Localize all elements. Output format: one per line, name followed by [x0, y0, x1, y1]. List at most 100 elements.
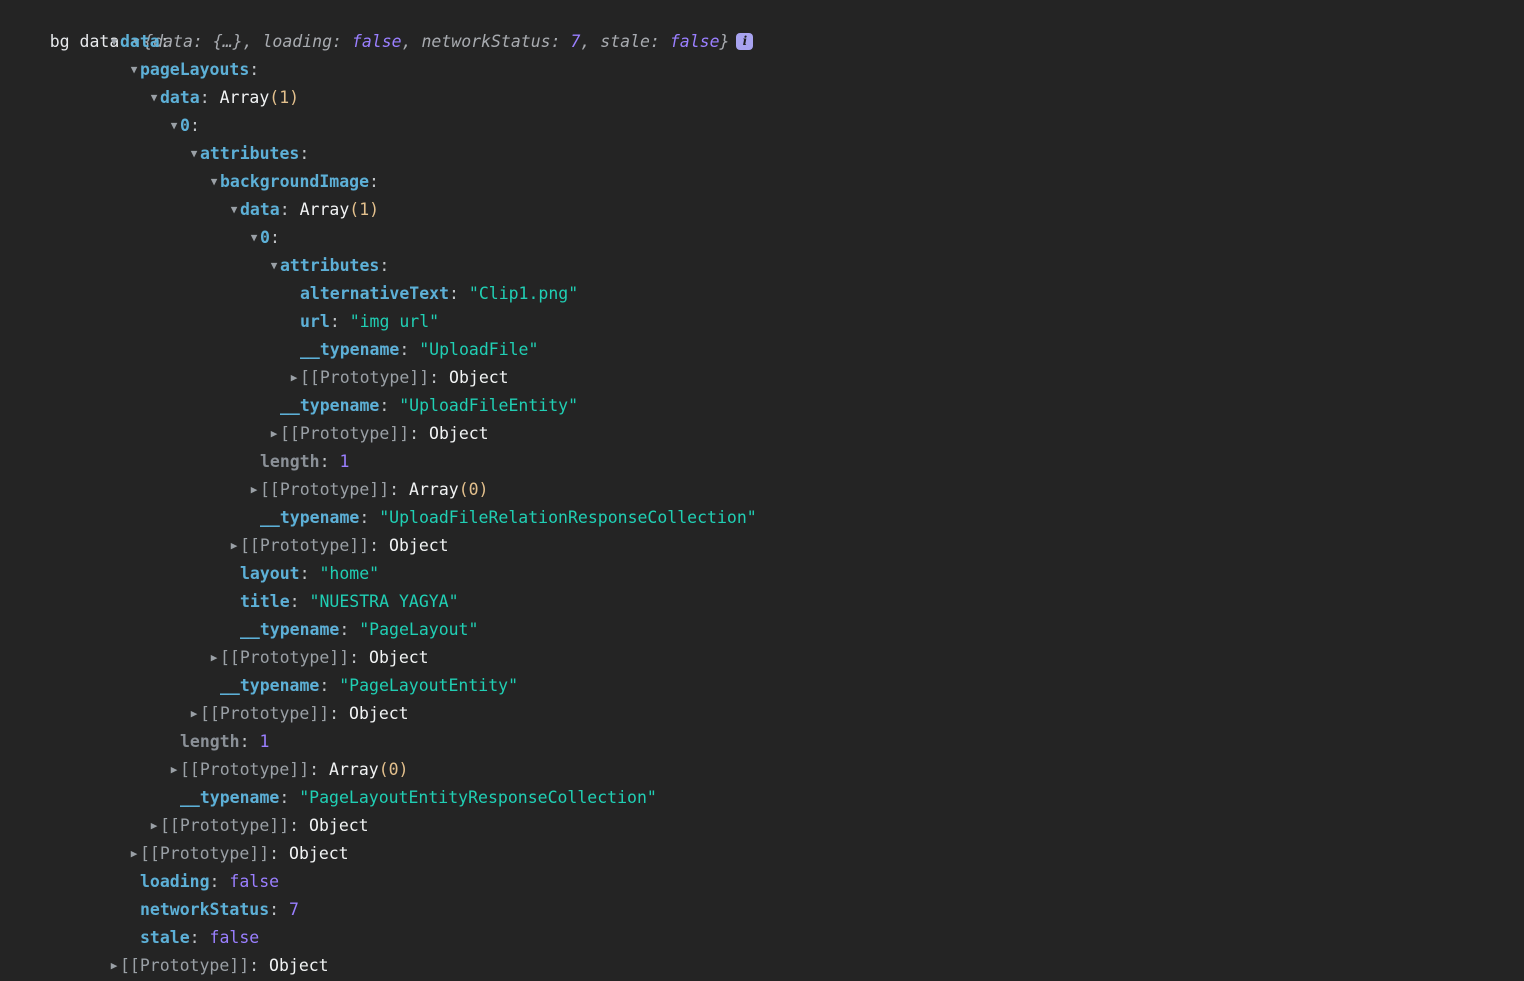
property-key: 0: [260, 228, 270, 247]
property-key: [[Prototype]]: [220, 648, 350, 667]
tree-row[interactable]: [[Prototype]]: Object: [0, 700, 1524, 728]
triangle-right-icon[interactable]: [188, 700, 200, 728]
tree-row[interactable]: length: 1: [0, 448, 1524, 476]
property-key: data: [240, 200, 280, 219]
tree-row[interactable]: [[Prototype]]: Object: [0, 532, 1524, 560]
tree-row[interactable]: __typename: "UploadFileEntity": [0, 392, 1524, 420]
property-value: Array(1): [299, 200, 380, 219]
triangle-down-icon[interactable]: [108, 28, 120, 56]
property-key: [[Prototype]]: [240, 536, 370, 555]
tree-row[interactable]: backgroundImage:: [0, 168, 1524, 196]
property-value: "img url": [349, 312, 440, 331]
tree-row[interactable]: 0:: [0, 112, 1524, 140]
key-value-separator: :: [379, 256, 390, 275]
key-value-separator: :: [269, 900, 280, 919]
key-value-separator: :: [299, 144, 310, 163]
triangle-right-icon[interactable]: [148, 812, 160, 840]
tree-row[interactable]: data:: [0, 28, 1524, 56]
property-value: Object: [289, 844, 349, 863]
triangle-down-icon[interactable]: [148, 84, 160, 112]
tree-row[interactable]: layout: "home": [0, 560, 1524, 588]
tree-row[interactable]: [[Prototype]]: Object: [0, 812, 1524, 840]
property-value: "UploadFile": [419, 340, 539, 359]
key-value-separator: :: [319, 452, 330, 471]
property-key: alternativeText: [300, 284, 450, 303]
tree-row[interactable]: length: 1: [0, 728, 1524, 756]
tree-row[interactable]: 0:: [0, 224, 1524, 252]
property-key: url: [300, 312, 330, 331]
tree-row[interactable]: [[Prototype]]: Object: [0, 644, 1524, 672]
property-value: "UploadFileEntity": [399, 396, 579, 415]
key-value-separator: :: [329, 312, 340, 331]
tree-row[interactable]: loading: false: [0, 868, 1524, 896]
property-key: backgroundImage: [220, 172, 370, 191]
property-value: "PageLayout": [359, 620, 479, 639]
key-value-separator: :: [199, 88, 210, 107]
triangle-down-icon[interactable]: [268, 252, 280, 280]
property-value: Object: [449, 368, 509, 387]
property-value: Object: [269, 956, 329, 975]
tree-row[interactable]: pageLayouts:: [0, 56, 1524, 84]
tree-row[interactable]: __typename: "PageLayout": [0, 616, 1524, 644]
tree-row[interactable]: alternativeText: "Clip1.png": [0, 280, 1524, 308]
property-key: attributes: [200, 144, 300, 163]
triangle-down-icon[interactable]: [228, 196, 240, 224]
tree-row[interactable]: networkStatus: 7: [0, 896, 1524, 924]
triangle-right-icon[interactable]: [248, 476, 260, 504]
triangle-right-icon[interactable]: [228, 532, 240, 560]
key-value-separator: :: [249, 956, 260, 975]
tree-row[interactable]: title: "NUESTRA YAGYA": [0, 588, 1524, 616]
triangle-right-icon[interactable]: [108, 952, 120, 980]
tree-row[interactable]: [[Prototype]]: Array(0): [0, 756, 1524, 784]
key-value-separator: :: [269, 228, 280, 247]
tree-row[interactable]: __typename: "UploadFile": [0, 336, 1524, 364]
property-key: __typename: [280, 396, 380, 415]
console-log-entry-header[interactable]: bg data {data: {…}, loading: false, netw…: [0, 0, 1524, 51]
tree-row[interactable]: stale: false: [0, 924, 1524, 952]
tree-row[interactable]: __typename: "PageLayoutEntity": [0, 672, 1524, 700]
property-key: [[Prototype]]: [140, 844, 270, 863]
tree-row[interactable]: [[Prototype]]: Object: [0, 952, 1524, 980]
tree-row[interactable]: data: Array(1): [0, 84, 1524, 112]
triangle-right-icon[interactable]: [168, 756, 180, 784]
triangle-down-icon[interactable]: [248, 224, 260, 252]
tree-row[interactable]: __typename: "UploadFileRelationResponseC…: [0, 504, 1524, 532]
triangle-right-icon[interactable]: [268, 420, 280, 448]
property-key: stale: [140, 928, 190, 947]
property-value: false: [229, 872, 280, 891]
key-value-separator: :: [159, 32, 170, 51]
triangle-down-icon[interactable]: [168, 112, 180, 140]
triangle-down-icon[interactable]: [208, 168, 220, 196]
property-value: Object: [309, 816, 369, 835]
tree-row[interactable]: [[Prototype]]: Object: [0, 420, 1524, 448]
property-key: data: [120, 32, 160, 51]
tree-row[interactable]: attributes:: [0, 140, 1524, 168]
property-key: [[Prototype]]: [260, 480, 390, 499]
triangle-right-icon[interactable]: [288, 364, 300, 392]
property-value: 1: [259, 732, 270, 751]
property-value: "Clip1.png": [468, 284, 579, 303]
tree-row[interactable]: __typename: "PageLayoutEntityResponseCol…: [0, 784, 1524, 812]
triangle-right-icon[interactable]: [208, 644, 220, 672]
key-value-separator: :: [449, 284, 459, 303]
key-value-separator: :: [189, 928, 200, 947]
property-key: __typename: [260, 508, 360, 527]
tree-row[interactable]: [[Prototype]]: Array(0): [0, 476, 1524, 504]
tree-row[interactable]: url: "img url": [0, 308, 1524, 336]
property-key: loading: [140, 872, 210, 891]
triangle-down-icon[interactable]: [128, 56, 140, 84]
tree-row[interactable]: [[Prototype]]: Object: [0, 840, 1524, 868]
key-value-separator: :: [369, 172, 379, 191]
property-value: "home": [319, 564, 380, 583]
property-value: "UploadFileRelationResponseCollection": [379, 508, 757, 527]
key-value-separator: :: [369, 536, 380, 555]
tree-row[interactable]: attributes:: [0, 252, 1524, 280]
property-value: "PageLayoutEntityResponseCollection": [299, 788, 657, 807]
tree-row[interactable]: data: Array(1): [0, 196, 1524, 224]
key-value-separator: :: [319, 676, 330, 695]
property-value: 7: [289, 900, 299, 919]
triangle-right-icon[interactable]: [128, 840, 140, 868]
tree-row[interactable]: [[Prototype]]: Object: [0, 364, 1524, 392]
triangle-down-icon[interactable]: [188, 140, 200, 168]
key-value-separator: :: [289, 592, 300, 611]
